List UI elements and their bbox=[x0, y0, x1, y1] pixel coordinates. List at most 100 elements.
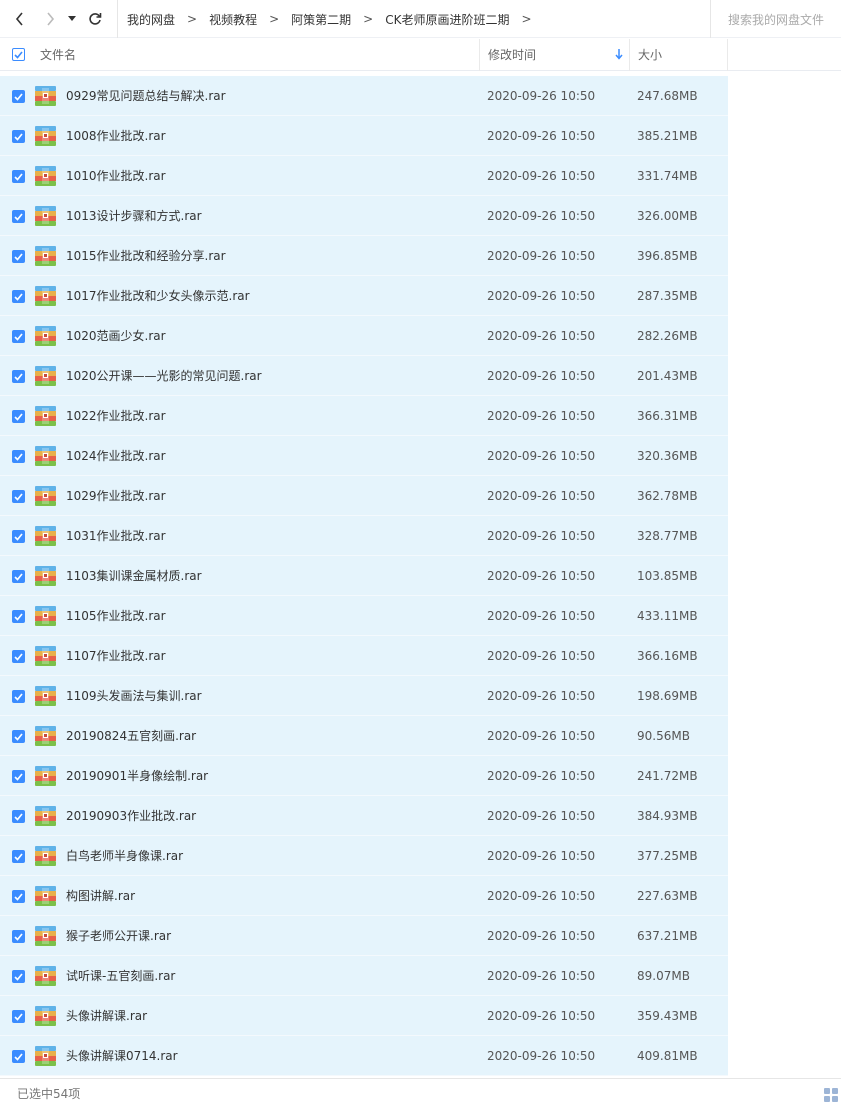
breadcrumb-separator: > bbox=[521, 12, 532, 26]
file-row[interactable]: 1017作业批改和少女头像示范.rar 2020-09-26 10:50 287.3… bbox=[0, 276, 728, 316]
breadcrumb-item-video[interactable]: 视频教程 bbox=[209, 11, 257, 28]
file-name[interactable]: 构图讲解.rar bbox=[66, 876, 135, 916]
breadcrumb-item-root[interactable]: 我的网盘 bbox=[127, 11, 175, 28]
file-row[interactable]: 1015作业批改和经验分享.rar 2020-09-26 10:50 396.85M… bbox=[0, 236, 728, 276]
file-size: 287.35MB bbox=[637, 289, 698, 303]
file-row[interactable]: 1008作业批改.rar 2020-09-26 10:50 385.21MB bbox=[0, 116, 728, 156]
file-name[interactable]: 1013设计步骤和方式.rar bbox=[66, 196, 202, 236]
file-name[interactable]: 白鸟老师半身像课.rar bbox=[66, 836, 183, 876]
row-checkbox[interactable] bbox=[12, 410, 25, 423]
file-size: 326.00MB bbox=[637, 209, 698, 223]
file-row[interactable]: 20190824五官刻画.rar 2020-09-26 10:50 90.56MB bbox=[0, 716, 728, 756]
row-checkbox[interactable] bbox=[12, 90, 25, 103]
refresh-button[interactable] bbox=[82, 0, 108, 38]
row-checkbox[interactable] bbox=[12, 450, 25, 463]
file-row[interactable]: 1109头发画法与集训.rar 2020-09-26 10:50 198.69MB bbox=[0, 676, 728, 716]
history-dropdown-button[interactable] bbox=[62, 0, 82, 38]
search-input[interactable]: 搜索我的网盘文件 bbox=[710, 0, 841, 38]
row-checkbox[interactable] bbox=[12, 770, 25, 783]
file-row[interactable]: 试听课-五官刻画.rar 2020-09-26 10:50 89.07MB bbox=[0, 956, 728, 996]
file-name[interactable]: 1010作业批改.rar bbox=[66, 156, 166, 196]
file-row[interactable]: 构图讲解.rar 2020-09-26 10:50 227.63MB bbox=[0, 876, 728, 916]
file-row[interactable]: 白鸟老师半身像课.rar 2020-09-26 10:50 377.25MB bbox=[0, 836, 728, 876]
file-name[interactable]: 20190901半身像绘制.rar bbox=[66, 756, 208, 796]
row-checkbox[interactable] bbox=[12, 570, 25, 583]
breadcrumb-item-current[interactable]: CK老师原画进阶班二期 bbox=[385, 11, 509, 28]
file-row[interactable]: 1024作业批改.rar 2020-09-26 10:50 320.36MB bbox=[0, 436, 728, 476]
row-checkbox[interactable] bbox=[12, 530, 25, 543]
file-name[interactable]: 1024作业批改.rar bbox=[66, 436, 166, 476]
file-size: 198.69MB bbox=[637, 689, 698, 703]
file-name[interactable]: 1031作业批改.rar bbox=[66, 516, 166, 556]
row-checkbox[interactable] bbox=[12, 330, 25, 343]
row-checkbox[interactable] bbox=[12, 1050, 25, 1063]
checkmark-icon bbox=[14, 92, 23, 101]
grid-view-button[interactable] bbox=[823, 1087, 841, 1105]
row-checkbox[interactable] bbox=[12, 170, 25, 183]
row-checkbox[interactable] bbox=[12, 370, 25, 383]
row-checkbox[interactable] bbox=[12, 970, 25, 983]
column-header-mtime[interactable]: 修改时间 bbox=[479, 38, 629, 71]
file-name[interactable]: 1103集训课金属材质.rar bbox=[66, 556, 202, 596]
row-checkbox[interactable] bbox=[12, 650, 25, 663]
row-checkbox[interactable] bbox=[12, 730, 25, 743]
file-mtime: 2020-09-26 10:50 bbox=[487, 329, 596, 343]
rar-archive-icon bbox=[35, 126, 56, 146]
row-checkbox[interactable] bbox=[12, 690, 25, 703]
forward-button[interactable] bbox=[37, 0, 63, 38]
file-row[interactable]: 1031作业批改.rar 2020-09-26 10:50 328.77MB bbox=[0, 516, 728, 556]
file-row[interactable]: 头像讲解课0714.rar 2020-09-26 10:50 409.81MB bbox=[0, 1036, 728, 1076]
file-row[interactable]: 1013设计步骤和方式.rar 2020-09-26 10:50 326.00MB bbox=[0, 196, 728, 236]
file-name[interactable]: 1107作业批改.rar bbox=[66, 636, 166, 676]
file-row[interactable]: 1022作业批改.rar 2020-09-26 10:50 366.31MB bbox=[0, 396, 728, 436]
file-row[interactable]: 1029作业批改.rar 2020-09-26 10:50 362.78MB bbox=[0, 476, 728, 516]
column-header-size[interactable]: 大小 bbox=[629, 38, 728, 71]
file-row[interactable]: 1107作业批改.rar 2020-09-26 10:50 366.16MB bbox=[0, 636, 728, 676]
file-name[interactable]: 1017作业批改和少女头像示范.rar bbox=[66, 276, 250, 316]
back-button[interactable] bbox=[7, 0, 33, 38]
row-checkbox[interactable] bbox=[12, 810, 25, 823]
file-row[interactable]: 20190901半身像绘制.rar 2020-09-26 10:50 241.72M… bbox=[0, 756, 728, 796]
file-name[interactable]: 1020公开课——光影的常见问题.rar bbox=[66, 356, 262, 396]
file-name[interactable]: 20190824五官刻画.rar bbox=[66, 716, 196, 756]
file-name[interactable]: 猴子老师公开课.rar bbox=[66, 916, 171, 956]
row-checkbox[interactable] bbox=[12, 890, 25, 903]
file-mtime: 2020-09-26 10:50 bbox=[487, 889, 596, 903]
row-checkbox[interactable] bbox=[12, 930, 25, 943]
file-mtime: 2020-09-26 10:50 bbox=[487, 929, 596, 943]
row-checkbox[interactable] bbox=[12, 130, 25, 143]
file-row[interactable]: 20190903作业批改.rar 2020-09-26 10:50 384.93MB bbox=[0, 796, 728, 836]
rar-archive-icon bbox=[35, 966, 56, 986]
breadcrumb-item-season[interactable]: 阿策第二期 bbox=[291, 11, 351, 28]
file-row[interactable]: 0929常见问题总结与解决.rar 2020-09-26 10:50 247.68M… bbox=[0, 76, 728, 116]
file-name[interactable]: 1105作业批改.rar bbox=[66, 596, 166, 636]
rar-archive-icon bbox=[35, 846, 56, 866]
file-row[interactable]: 1020公开课——光影的常见问题.rar 2020-09-26 10:50 201.… bbox=[0, 356, 728, 396]
row-checkbox[interactable] bbox=[12, 850, 25, 863]
file-name[interactable]: 1008作业批改.rar bbox=[66, 116, 166, 156]
row-checkbox[interactable] bbox=[12, 1010, 25, 1023]
file-name[interactable]: 1029作业批改.rar bbox=[66, 476, 166, 516]
file-row[interactable]: 1103集训课金属材质.rar 2020-09-26 10:50 103.85MB bbox=[0, 556, 728, 596]
file-name[interactable]: 头像讲解课.rar bbox=[66, 996, 147, 1036]
row-checkbox[interactable] bbox=[12, 210, 25, 223]
file-name[interactable]: 试听课-五官刻画.rar bbox=[66, 956, 175, 996]
row-checkbox[interactable] bbox=[12, 250, 25, 263]
file-row[interactable]: 1105作业批改.rar 2020-09-26 10:50 433.11MB bbox=[0, 596, 728, 636]
file-name[interactable]: 头像讲解课0714.rar bbox=[66, 1036, 178, 1076]
file-row[interactable]: 头像讲解课.rar 2020-09-26 10:50 359.43MB bbox=[0, 996, 728, 1036]
column-header-name[interactable]: 文件名 bbox=[0, 39, 479, 71]
row-checkbox[interactable] bbox=[12, 610, 25, 623]
row-checkbox[interactable] bbox=[12, 290, 25, 303]
file-name[interactable]: 0929常见问题总结与解决.rar bbox=[66, 76, 226, 116]
file-name[interactable]: 1109头发画法与集训.rar bbox=[66, 676, 202, 716]
row-checkbox[interactable] bbox=[12, 490, 25, 503]
file-name[interactable]: 20190903作业批改.rar bbox=[66, 796, 196, 836]
file-row[interactable]: 1020范画少女.rar 2020-09-26 10:50 282.26MB bbox=[0, 316, 728, 356]
file-name[interactable]: 1015作业批改和经验分享.rar bbox=[66, 236, 226, 276]
file-name[interactable]: 1022作业批改.rar bbox=[66, 396, 166, 436]
file-row[interactable]: 猴子老师公开课.rar 2020-09-26 10:50 637.21MB bbox=[0, 916, 728, 956]
checkmark-icon bbox=[14, 372, 23, 381]
file-name[interactable]: 1020范画少女.rar bbox=[66, 316, 166, 356]
file-row[interactable]: 1010作业批改.rar 2020-09-26 10:50 331.74MB bbox=[0, 156, 728, 196]
